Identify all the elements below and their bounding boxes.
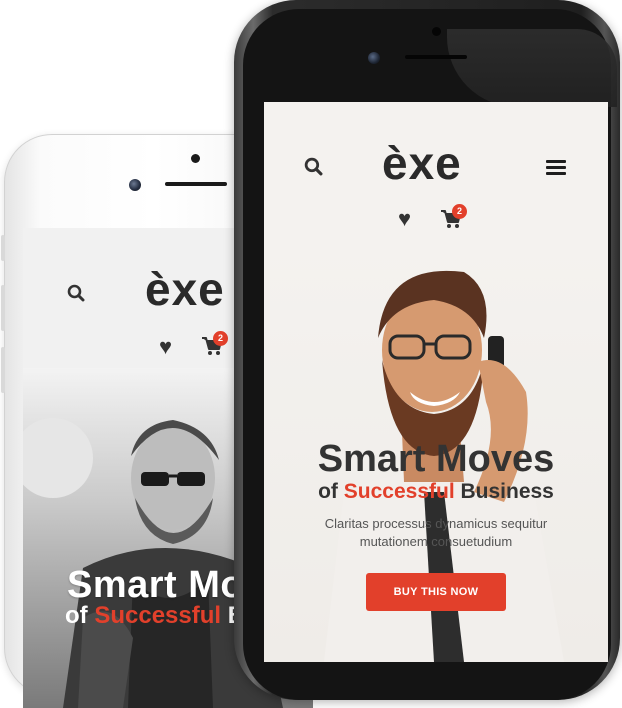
volume-up-button — [1, 285, 5, 331]
sub-highlight: Successful — [94, 602, 222, 629]
front-camera — [368, 52, 380, 64]
sensor-dot — [191, 154, 200, 163]
search-icon[interactable] — [67, 284, 85, 307]
front-phone-screen: èxe ♥ 2 Smart Moves of Successful Busine… — [264, 102, 608, 662]
sub-prefix: of — [65, 602, 95, 629]
mute-switch — [1, 235, 5, 261]
front-phone-mockup: èxe ♥ 2 Smart Moves of Successful Busine… — [234, 0, 620, 700]
description-line-2: mutationem consuetudium — [359, 534, 513, 549]
sub-suffix: Business — [454, 480, 554, 503]
hero-subheadline: of Successful Business — [264, 480, 608, 504]
cart-count-badge: 2 — [213, 331, 228, 346]
phone-bezel: èxe ♥ 2 Smart Moves of Successful Busine… — [243, 9, 617, 700]
hero-description: Claritas processus dynamicus sequitur mu… — [308, 515, 564, 551]
heart-icon[interactable]: ♥ — [398, 206, 411, 232]
sub-highlight: Successful — [343, 480, 455, 503]
earpiece-speaker — [405, 55, 467, 59]
cart-count-badge: 2 — [452, 204, 467, 219]
search-icon[interactable] — [304, 157, 323, 181]
bezel-reflection — [447, 29, 617, 107]
sub-prefix: of — [318, 480, 344, 503]
buy-now-button[interactable]: BUY THIS NOW — [366, 573, 506, 611]
brand-logo[interactable]: èxe — [382, 136, 462, 190]
hero-headline: Smart Mo — [67, 564, 245, 606]
description-line-1: Claritas processus dynamicus sequitur — [324, 516, 548, 531]
sensor-dot — [432, 27, 441, 36]
menu-icon[interactable] — [546, 160, 566, 178]
hero-subheadline: of Successful B — [65, 602, 245, 630]
volume-down-button — [1, 347, 5, 393]
front-camera — [129, 179, 141, 191]
earpiece-speaker — [165, 182, 227, 186]
hero-headline: Smart Moves — [317, 438, 555, 480]
heart-icon[interactable]: ♥ — [159, 334, 172, 360]
brand-logo[interactable]: èxe — [145, 262, 225, 316]
